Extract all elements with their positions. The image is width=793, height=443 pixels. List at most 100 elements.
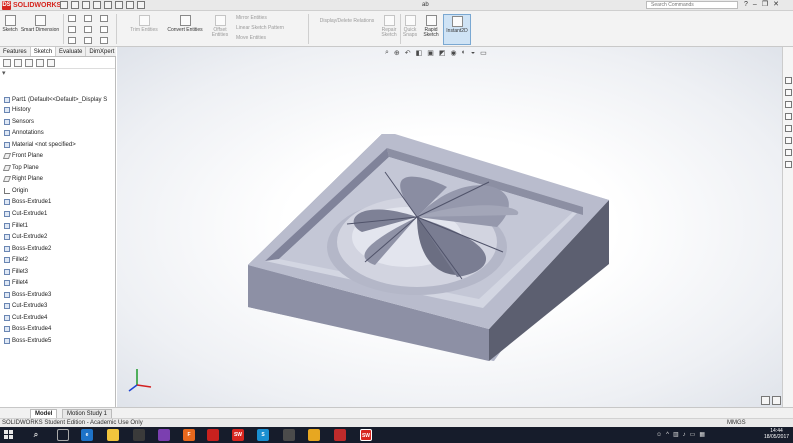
file-explorer-icon[interactable] [785, 113, 792, 120]
unit-system[interactable]: MMGS [727, 419, 746, 427]
rebuild-icon[interactable] [126, 1, 134, 9]
tree-item-feature-3[interactable]: Fillet1 [4, 221, 28, 231]
text-icon[interactable] [100, 37, 108, 44]
skype-icon[interactable]: S [257, 429, 269, 441]
mirror-entities-button[interactable]: Mirror Entities [236, 16, 306, 21]
tree-item-feature-9[interactable]: Boss-Extrude3 [4, 290, 51, 300]
media-app-icon[interactable] [158, 429, 170, 441]
file-explorer-taskbar-icon[interactable] [107, 429, 119, 441]
tree-item-feature-8[interactable]: Fillet4 [4, 278, 28, 288]
apply-scene-icon[interactable]: ◒ [471, 49, 475, 57]
tree-item-top-plane[interactable]: Top Plane [2, 163, 39, 173]
tree-item-sensors[interactable]: Sensors [4, 117, 34, 127]
feature-manager-icon[interactable] [3, 59, 11, 67]
task-view-icon[interactable] [57, 429, 69, 441]
people-icon[interactable]: ☺ [656, 429, 662, 441]
tab-sketch[interactable]: Sketch [30, 47, 57, 56]
edit-appearance-icon[interactable]: ◐ [462, 49, 466, 57]
arc-icon[interactable] [84, 26, 92, 33]
property-manager-icon[interactable] [14, 59, 22, 67]
resources-icon[interactable] [785, 89, 792, 96]
tree-item-feature-1[interactable]: Boss-Extrude1 [4, 197, 51, 207]
tree-item-annotations[interactable]: Annotations [4, 128, 44, 138]
solidworks-logo[interactable]: DS SOLIDWORKS [2, 1, 61, 10]
solidworks-active-icon[interactable]: SW [360, 429, 372, 441]
custom-properties-icon[interactable] [785, 149, 792, 156]
view-palette-icon[interactable] [785, 125, 792, 132]
dimxpert-manager-icon[interactable] [36, 59, 44, 67]
fit-icon[interactable] [761, 396, 770, 405]
section-view-icon[interactable]: ◧ [416, 49, 423, 57]
display-manager-icon[interactable] [47, 59, 55, 67]
help-icon[interactable]: ? [744, 0, 748, 10]
tree-item-front-plane[interactable]: Front Plane [2, 151, 43, 161]
tree-item-feature-7[interactable]: Fillet3 [4, 267, 28, 277]
app-icon-orange[interactable]: F [183, 429, 195, 441]
clock[interactable]: 14:44 18/05/2017 [764, 428, 789, 440]
line-icon[interactable] [68, 15, 76, 22]
volume-icon[interactable]: ♪ [683, 429, 686, 441]
expand-icon[interactable] [772, 396, 781, 405]
tree-item-feature-10[interactable]: Cut-Extrude3 [4, 301, 47, 311]
app-icon-yellow[interactable] [308, 429, 320, 441]
app-icon-grey[interactable] [283, 429, 295, 441]
rapid-sketch-button[interactable]: Rapid Sketch [421, 15, 441, 38]
store-icon[interactable] [133, 429, 145, 441]
repair-sketch-button[interactable]: Repair Sketch [380, 15, 398, 38]
tree-item-origin[interactable]: Origin [4, 186, 28, 196]
slot-icon[interactable] [100, 26, 108, 33]
save-icon[interactable] [82, 1, 90, 9]
home-icon[interactable] [785, 77, 792, 84]
solidworks-taskbar-icon[interactable]: SW [232, 429, 244, 441]
open-icon[interactable] [71, 1, 79, 9]
close-icon[interactable]: ✕ [773, 0, 779, 10]
appearances-icon[interactable] [785, 137, 792, 144]
design-library-icon[interactable] [785, 101, 792, 108]
tree-item-feature-6[interactable]: Fillet2 [4, 255, 28, 265]
previous-view-icon[interactable]: ↶ [405, 49, 411, 57]
select-icon[interactable] [115, 1, 123, 9]
view-settings-icon[interactable]: ▭ [480, 49, 487, 57]
tree-item-right-plane[interactable]: Right Plane [2, 174, 43, 184]
tab-evaluate[interactable]: Evaluate [56, 47, 87, 56]
tree-root[interactable]: Part1 (Default<<Default>_Display S [4, 95, 107, 105]
windows-start-icon[interactable] [4, 430, 14, 440]
fillet-sketch-icon[interactable] [68, 37, 76, 44]
view-orientation-icon[interactable]: ▣ [427, 49, 434, 57]
options-icon[interactable] [137, 1, 145, 9]
circle-icon[interactable] [68, 26, 76, 33]
tree-item-feature-2[interactable]: Cut-Extrude1 [4, 209, 47, 219]
move-entities-button[interactable]: Move Entities [236, 36, 306, 41]
sketch-button[interactable]: Sketch [2, 15, 18, 33]
hide-show-icon[interactable]: ◉ [451, 49, 457, 57]
minimize-icon[interactable]: – [753, 0, 757, 10]
rectangle-icon[interactable] [84, 15, 92, 22]
tree-item-feature-12[interactable]: Boss-Extrude4 [4, 324, 51, 334]
point-icon[interactable] [84, 37, 92, 44]
tree-item-feature-13[interactable]: Boss-Extrude5 [4, 336, 51, 346]
forum-icon[interactable] [785, 161, 792, 168]
display-style-icon[interactable]: ◩ [439, 49, 446, 57]
funnel-icon[interactable]: ▾ [0, 69, 115, 78]
configuration-manager-icon[interactable] [25, 59, 33, 67]
smart-dimension-button[interactable]: Smart Dimension [20, 15, 60, 33]
instant2d-button[interactable]: Instant2D [443, 14, 471, 45]
tree-item-history[interactable]: History [4, 105, 31, 115]
tree-item-feature-5[interactable]: Boss-Extrude2 [4, 244, 51, 254]
app-icon-red[interactable] [207, 429, 219, 441]
print-icon[interactable] [93, 1, 101, 9]
language-icon[interactable]: ▦ [699, 429, 705, 441]
convert-entities-button[interactable]: Convert Entities [164, 15, 206, 33]
spline-icon[interactable] [100, 15, 108, 22]
edge-browser-icon[interactable]: e [81, 429, 93, 441]
tree-item-material[interactable]: Material <not specified> [4, 140, 76, 150]
linear-sketch-pattern-button[interactable]: Linear Sketch Pattern [236, 26, 306, 31]
zoom-area-icon[interactable]: ⊕ [394, 49, 400, 57]
tree-item-feature-4[interactable]: Cut-Extrude2 [4, 232, 47, 242]
undo-icon[interactable] [104, 1, 112, 9]
search-commands-input[interactable]: Search Commands [646, 1, 738, 9]
trim-entities-button[interactable]: Trim Entities [128, 15, 160, 33]
search-icon[interactable]: ⌕ [30, 429, 42, 441]
quick-snaps-button[interactable]: Quick Snaps [402, 15, 418, 38]
tab-dimxpert[interactable]: DimXpert [86, 47, 119, 56]
